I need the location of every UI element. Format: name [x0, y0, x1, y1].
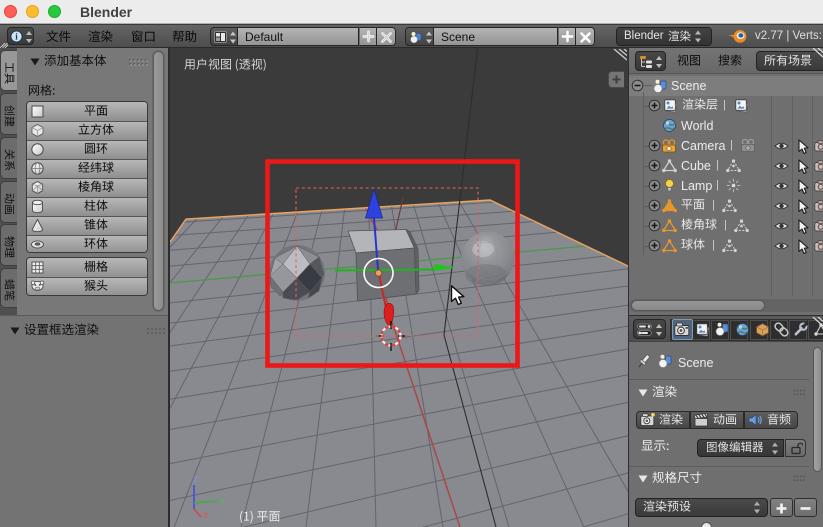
svg-text:z: z	[193, 474, 198, 485]
svg-text:y: y	[220, 495, 225, 506]
svg-text:x: x	[203, 510, 208, 521]
